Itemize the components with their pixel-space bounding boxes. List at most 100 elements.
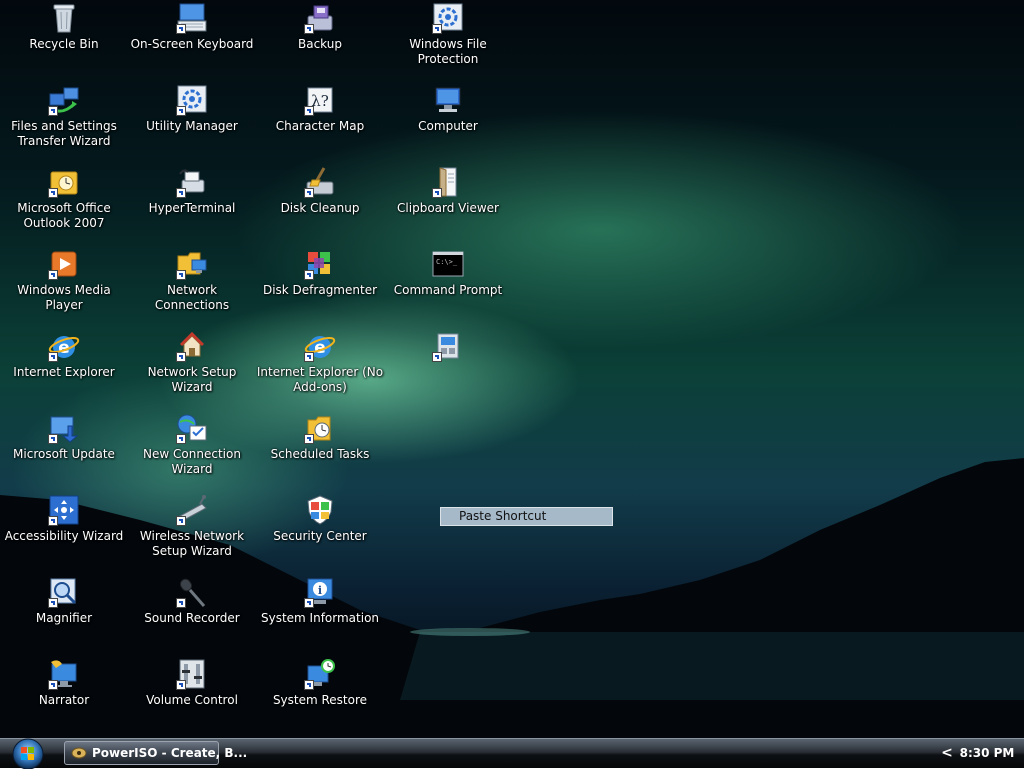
desktop-icon-system-restore[interactable]: System Restore [256, 656, 384, 736]
desktop-icon-hyperterminal[interactable]: HyperTerminal [128, 164, 256, 244]
desktop-icon-label: Internet Explorer (No Add-ons) [256, 365, 384, 394]
hyperterminal-icon [176, 166, 208, 198]
desktop-icon-character-map[interactable]: λ? Character Map [256, 82, 384, 162]
desktop[interactable]: Recycle Bin Files and Settings Transfer … [0, 0, 1024, 738]
desktop-icon-label: Scheduled Tasks [270, 447, 370, 461]
desktop-icon-label: Files and Settings Transfer Wizard [11, 119, 117, 148]
desktop-icon-label: Command Prompt [393, 283, 503, 297]
shortcut-arrow-icon [176, 270, 186, 280]
shortcut-arrow-icon [176, 106, 186, 116]
desktop-icon-recycle-bin[interactable]: Recycle Bin [0, 0, 128, 80]
network-setup-wizard-icon [176, 330, 208, 362]
shortcut-arrow-icon [304, 680, 314, 690]
desktop-icon-clipboard-viewer[interactable]: Clipboard Viewer [384, 164, 512, 244]
shortcut-arrow-icon [176, 516, 186, 526]
desktop-icon-internet-explorer[interactable]: e Internet Explorer [0, 328, 128, 408]
desktop-icon-disk-cleanup[interactable]: Disk Cleanup [256, 164, 384, 244]
internet-explorer-icon: e [48, 330, 80, 362]
desktop-icon-network-setup-wizard[interactable]: Network Setup Wizard [128, 328, 256, 408]
narrator-icon [48, 658, 80, 690]
wireless-setup-wizard-icon [176, 494, 208, 526]
desktop-icon-label: Utility Manager [146, 119, 238, 133]
desktop-icon-files-settings-transfer-wizard[interactable]: Files and Settings Transfer Wizard [0, 82, 128, 162]
sound-recorder-icon [176, 576, 208, 608]
desktop-icon-narrator[interactable]: Narrator [0, 656, 128, 736]
desktop-icon-volume-control[interactable]: Volume Control [128, 656, 256, 736]
shortcut-arrow-icon [176, 598, 186, 608]
desktop-icon-label: Volume Control [146, 693, 238, 707]
desktop-icon-security-center[interactable]: Security Center [256, 492, 384, 572]
start-button[interactable] [8, 738, 48, 770]
desktop-icon-outlook-2007[interactable]: Microsoft Office Outlook 2007 [0, 164, 128, 244]
system-restore-icon [304, 658, 336, 690]
shortcut-arrow-icon [176, 680, 186, 690]
unnamed-shortcut-icon [432, 330, 464, 362]
desktop-icon-sound-recorder[interactable]: Sound Recorder [128, 574, 256, 654]
desktop-icon-disk-defragmenter[interactable]: Disk Defragmenter [256, 246, 384, 326]
keyboard-icon [176, 2, 208, 34]
desktop-icon-magnifier[interactable]: Magnifier [0, 574, 128, 654]
shortcut-arrow-icon [48, 270, 58, 280]
file-protection-icon [432, 2, 464, 34]
desktop-icon-label: HyperTerminal [148, 201, 236, 215]
taskbar: PowerISO - Create, B... < 8:30 PM [0, 738, 1024, 770]
desktop-icon-label: Sound Recorder [144, 611, 240, 625]
desktop-icon-command-prompt[interactable]: C:\>_ Command Prompt [384, 246, 512, 326]
desktop-icon-on-screen-keyboard[interactable]: On-Screen Keyboard [128, 0, 256, 80]
desktop-icon-wireless-network-setup-wizard[interactable]: Wireless Network Setup Wizard [128, 492, 256, 572]
windows-orb-icon [12, 738, 44, 770]
desktop-icon-label: Character Map [275, 119, 365, 133]
system-clock[interactable]: 8:30 PM [957, 745, 1017, 761]
desktop-icon-network-connections[interactable]: Network Connections [128, 246, 256, 326]
scheduled-tasks-icon [304, 412, 336, 444]
system-information-icon: i [304, 576, 336, 608]
taskbar-button-poweriso[interactable]: PowerISO - Create, B... [64, 741, 247, 765]
character-map-icon: λ? [304, 84, 336, 116]
shortcut-arrow-icon [176, 352, 186, 362]
network-connections-icon [176, 248, 208, 280]
transfer-wizard-icon [48, 84, 80, 116]
clipboard-viewer-icon [432, 166, 464, 198]
desktop-icon-utility-manager[interactable]: Utility Manager [128, 82, 256, 162]
desktop-icon-new-connection-wizard[interactable]: New Connection Wizard [128, 410, 256, 490]
desktop-icon-label: Accessibility Wizard [4, 529, 124, 543]
desktop-icon-scheduled-tasks[interactable]: Scheduled Tasks [256, 410, 384, 490]
shortcut-arrow-icon [304, 434, 314, 444]
desktop-icon-label: Disk Cleanup [280, 201, 360, 215]
desktop-icon-label: Network Connections [154, 283, 230, 312]
shortcut-arrow-icon [48, 188, 58, 198]
desktop-icon-label: Clipboard Viewer [397, 201, 499, 215]
shortcut-arrow-icon [432, 24, 442, 34]
desktop-icon-backup[interactable]: Backup [256, 0, 384, 80]
desktop-icon-system-information[interactable]: i System Information [256, 574, 384, 654]
shortcut-arrow-icon [48, 598, 58, 608]
desktop-icon-computer[interactable]: Computer [384, 82, 512, 162]
paste-shortcut-menu-item[interactable]: Paste Shortcut [440, 507, 613, 526]
poweriso-icon [71, 747, 87, 759]
tray-expand-button[interactable]: < [940, 745, 954, 761]
shortcut-arrow-icon [304, 352, 314, 362]
desktop-icon-unnamed-shortcut[interactable] [384, 328, 512, 408]
shortcut-arrow-icon [304, 270, 314, 280]
desktop-icon-windows-media-player[interactable]: Windows Media Player [0, 246, 128, 326]
shortcut-arrow-icon [48, 680, 58, 690]
desktop-icon-label: Microsoft Office Outlook 2007 [17, 201, 111, 230]
shortcut-arrow-icon [432, 352, 442, 362]
microsoft-update-icon [48, 412, 80, 444]
svg-text:C:\>_: C:\>_ [436, 258, 458, 266]
svg-text:i: i [318, 584, 322, 597]
desktop-icon-windows-file-protection[interactable]: Windows File Protection [384, 0, 512, 80]
desktop-icon-microsoft-update[interactable]: Microsoft Update [0, 410, 128, 490]
desktop-icon-accessibility-wizard[interactable]: Accessibility Wizard [0, 492, 128, 572]
shortcut-arrow-icon [432, 188, 442, 198]
shortcut-arrow-icon [48, 352, 58, 362]
shortcut-arrow-icon [304, 188, 314, 198]
desktop-icon-label: Internet Explorer [13, 365, 115, 379]
volume-control-icon [176, 658, 208, 690]
desktop-icon-internet-explorer-no-addons[interactable]: e Internet Explorer (No Add-ons) [256, 328, 384, 408]
shortcut-arrow-icon [48, 516, 58, 526]
security-center-icon [304, 494, 336, 526]
computer-icon [432, 84, 464, 116]
command-prompt-icon: C:\>_ [432, 248, 464, 280]
shortcut-arrow-icon [304, 24, 314, 34]
